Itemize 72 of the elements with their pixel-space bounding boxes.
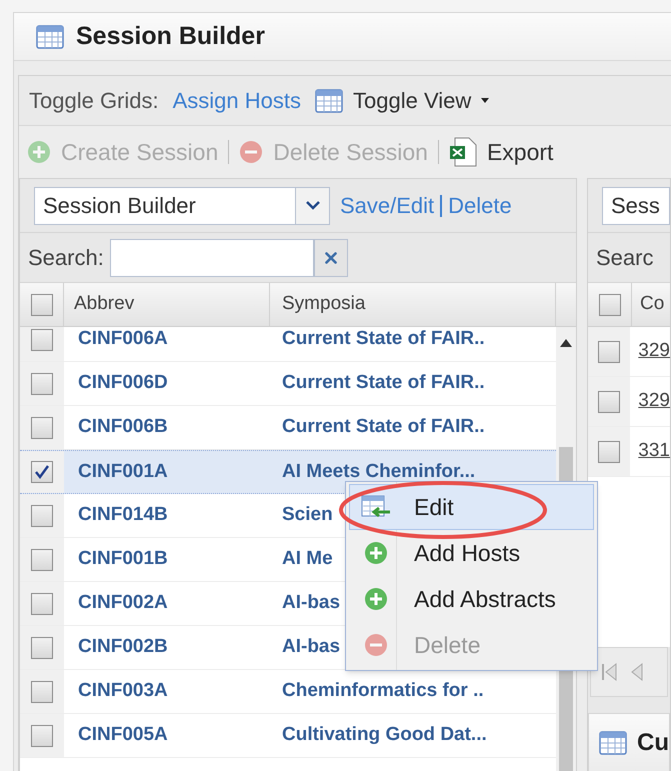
checkbox[interactable] xyxy=(31,328,53,350)
table-cell-text: AI-bas xyxy=(281,591,340,616)
table-icon xyxy=(315,88,344,112)
plus-circle-icon xyxy=(364,541,388,565)
checkbox[interactable] xyxy=(31,592,53,614)
checkbox[interactable] xyxy=(31,636,53,658)
scroll-up-icon[interactable] xyxy=(560,339,572,347)
view-select[interactable]: Sess xyxy=(602,186,670,224)
table-cell-text: Scien xyxy=(281,503,333,528)
table-cell-text: Current State of FAIR.. xyxy=(281,327,485,352)
previous-page-icon[interactable] xyxy=(631,662,643,682)
table-cell-text: CINF005A xyxy=(77,723,169,748)
table-link[interactable]: 331 xyxy=(630,437,670,466)
caret-icon xyxy=(481,98,490,103)
table-icon xyxy=(36,24,64,48)
table-cell-text: CINF006A xyxy=(77,327,169,352)
table-cell-text: AI-bas xyxy=(281,635,340,660)
assign-hosts-link[interactable]: Assign Hosts xyxy=(172,84,302,117)
window-title: Session Builder xyxy=(76,20,265,52)
column-header[interactable]: Abbrev xyxy=(64,283,270,326)
search-label: Search: xyxy=(28,244,104,272)
plus-circle-icon xyxy=(364,587,388,611)
table-icon xyxy=(599,731,627,755)
grid-row[interactable]: CINF005A Cultivating Good Dat... xyxy=(20,714,556,758)
checkbox[interactable] xyxy=(31,724,53,746)
minus-circle-icon xyxy=(239,140,264,164)
edit-table-icon xyxy=(361,495,391,519)
plus-circle-icon xyxy=(27,140,51,164)
table-cell-text: CINF001B xyxy=(77,547,169,572)
table-cell-text: CINF006D xyxy=(77,371,169,396)
checkbox[interactable] xyxy=(31,504,53,526)
dropdown-icon[interactable] xyxy=(295,188,329,224)
table-link[interactable]: 329 xyxy=(630,387,670,416)
table-cell-text: Cheminformatics for .. xyxy=(281,679,484,704)
toolbar-button[interactable]: Export xyxy=(448,134,554,170)
checkbox[interactable] xyxy=(31,548,53,570)
checkbox[interactable] xyxy=(598,340,620,362)
checkbox[interactable] xyxy=(31,372,53,394)
view-select[interactable]: Session Builder xyxy=(34,186,330,224)
search-label: Searc xyxy=(596,244,654,272)
table-cell-text: CINF014B xyxy=(77,503,169,528)
grid-row[interactable]: CINF006D Current State of FAIR.. xyxy=(20,362,556,406)
checkbox[interactable] xyxy=(31,680,53,702)
column-header[interactable]: Symposia xyxy=(270,283,556,326)
search-field[interactable] xyxy=(110,238,314,276)
table-link[interactable]: 329 xyxy=(630,337,670,366)
grid-row[interactable]: CINF006A Current State of FAIR.. xyxy=(20,327,556,362)
table-cell-text: CINF006B xyxy=(77,415,169,440)
select-value: Session Builder xyxy=(42,192,197,220)
toolbar-label: Toggle Grids: xyxy=(29,87,159,115)
table-cell-text: Current State of FAIR.. xyxy=(281,371,485,396)
table-cell-text: AI Meets Cheminfor... xyxy=(281,460,476,484)
panel-title: Cu xyxy=(637,728,669,758)
table-cell-text: CINF001A xyxy=(77,460,169,484)
checkbox[interactable] xyxy=(31,461,53,483)
table-cell-text: AI Me xyxy=(281,547,333,572)
checkbox[interactable] xyxy=(598,294,620,316)
clear-button[interactable] xyxy=(314,238,348,276)
table-cell-text: CINF003A xyxy=(77,679,169,704)
table-cell-text: Cultivating Good Dat... xyxy=(281,723,487,748)
table-cell-text: CINF002A xyxy=(77,591,169,616)
checkbox[interactable] xyxy=(598,440,620,462)
minus-circle-icon xyxy=(364,633,388,657)
spreadsheet-icon xyxy=(448,137,477,167)
checkbox[interactable] xyxy=(30,294,52,316)
checkbox[interactable] xyxy=(31,416,53,438)
table-cell-text: CINF002B xyxy=(77,635,169,660)
toggle-view-button[interactable]: Toggle View xyxy=(315,84,490,117)
menu-item[interactable]: Edit xyxy=(349,484,594,530)
table-cell-text: Current State of FAIR.. xyxy=(281,415,485,440)
checkbox[interactable] xyxy=(598,390,620,412)
first-page-icon[interactable] xyxy=(601,662,617,682)
